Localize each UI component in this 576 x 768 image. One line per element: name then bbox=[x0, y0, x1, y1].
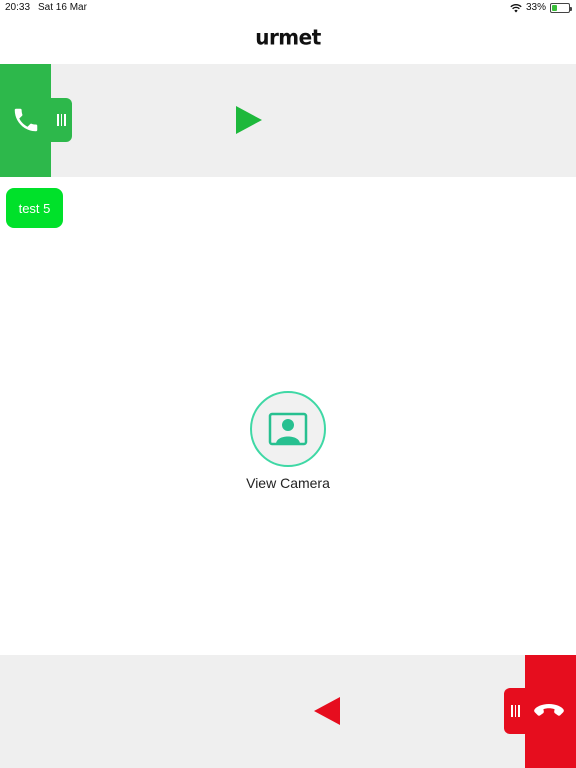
hangup-slider-track[interactable] bbox=[0, 655, 576, 768]
view-camera-button[interactable] bbox=[250, 391, 326, 467]
answer-slider-track[interactable] bbox=[0, 64, 576, 177]
back-arrow-icon bbox=[314, 697, 340, 725]
answer-slider-tab[interactable] bbox=[38, 98, 72, 142]
battery-charging-icon bbox=[550, 2, 572, 13]
view-camera-label: View Camera bbox=[246, 475, 330, 491]
grip-icon bbox=[511, 705, 520, 717]
grip-icon bbox=[57, 114, 66, 126]
status-indicators: 33% bbox=[510, 2, 572, 13]
phone-icon bbox=[14, 108, 38, 132]
device-tag[interactable]: test 5 bbox=[6, 188, 63, 228]
status-bar: 20:33 Sat 16 Mar 33% bbox=[0, 0, 576, 16]
status-date: Sat 16 Mar bbox=[38, 2, 87, 13]
battery-percent: 33% bbox=[525, 2, 546, 13]
hangup-phone-icon bbox=[534, 704, 564, 716]
urmet-logo: urmet bbox=[255, 24, 321, 50]
camera-portrait-icon bbox=[268, 412, 308, 446]
play-arrow-icon bbox=[236, 106, 262, 134]
status-time: 20:33 bbox=[5, 2, 31, 13]
wifi-icon bbox=[510, 3, 522, 12]
